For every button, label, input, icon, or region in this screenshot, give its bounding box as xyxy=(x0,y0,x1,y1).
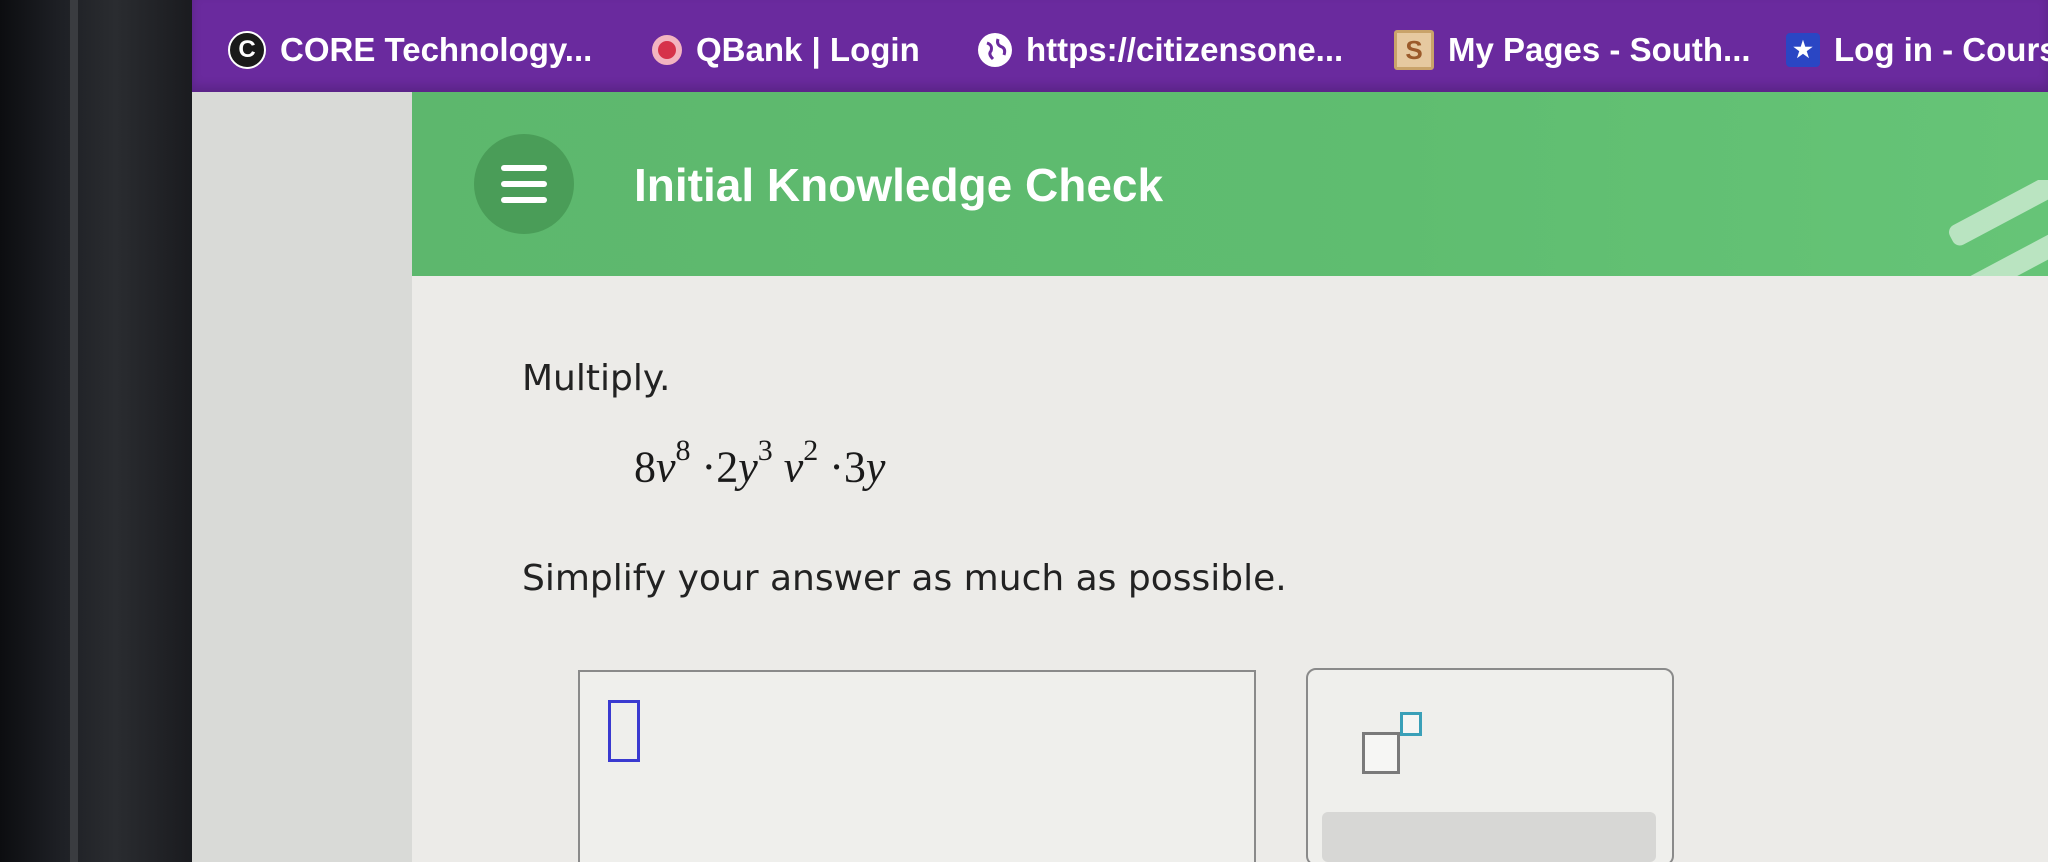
hamburger-menu-button[interactable] xyxy=(474,134,574,234)
globe-icon xyxy=(978,33,1012,67)
simplify-note: Simplify your answer as much as possible… xyxy=(522,558,1287,599)
math-tools-action-bar[interactable] xyxy=(1322,812,1656,862)
page-title: Initial Knowledge Check xyxy=(634,159,1164,211)
exponent-button[interactable] xyxy=(1362,712,1432,774)
bookmark-my-pages[interactable]: S My Pages - South... xyxy=(1394,22,1751,78)
bookmark-label: QBank | Login xyxy=(696,31,920,68)
core-logo-icon: C xyxy=(228,31,266,69)
answer-input[interactable] xyxy=(578,670,1256,862)
bookmark-label: My Pages - South... xyxy=(1448,31,1751,68)
question-instruction: Multiply. xyxy=(522,358,671,399)
hamburger-line xyxy=(501,197,547,203)
bookmark-label: CORE Technology... xyxy=(280,31,593,68)
monitor-bezel xyxy=(0,0,192,862)
hamburger-line xyxy=(501,165,547,171)
monitor-bezel-edge xyxy=(70,0,78,862)
bookmark-label: Log in - Course xyxy=(1834,31,2048,68)
hamburger-line xyxy=(501,181,547,187)
exponent-base-icon xyxy=(1362,732,1400,774)
bookmark-log-in-course[interactable]: ★ Log in - Course xyxy=(1786,22,2048,78)
bookmarks-bar: C CORE Technology... QBank | Login https… xyxy=(192,0,2048,92)
bookmark-citizensone[interactable]: https://citizensone... xyxy=(978,22,1343,78)
bookmark-core-technology[interactable]: C CORE Technology... xyxy=(228,22,592,78)
math-expression: 8v8 ·2y3 v2 ·3y xyxy=(634,434,886,492)
bookmark-label: https://citizensone... xyxy=(1026,31,1344,68)
bookmark-qbank-login[interactable]: QBank | Login xyxy=(652,22,920,78)
answer-cursor[interactable] xyxy=(608,700,640,762)
exponent-power-icon xyxy=(1400,712,1422,736)
screen: C CORE Technology... QBank | Login https… xyxy=(192,0,2048,862)
qbank-dot-icon xyxy=(652,35,682,65)
star-icon: ★ xyxy=(1786,33,1820,67)
left-column xyxy=(192,92,412,862)
s-logo-icon: S xyxy=(1394,30,1434,70)
